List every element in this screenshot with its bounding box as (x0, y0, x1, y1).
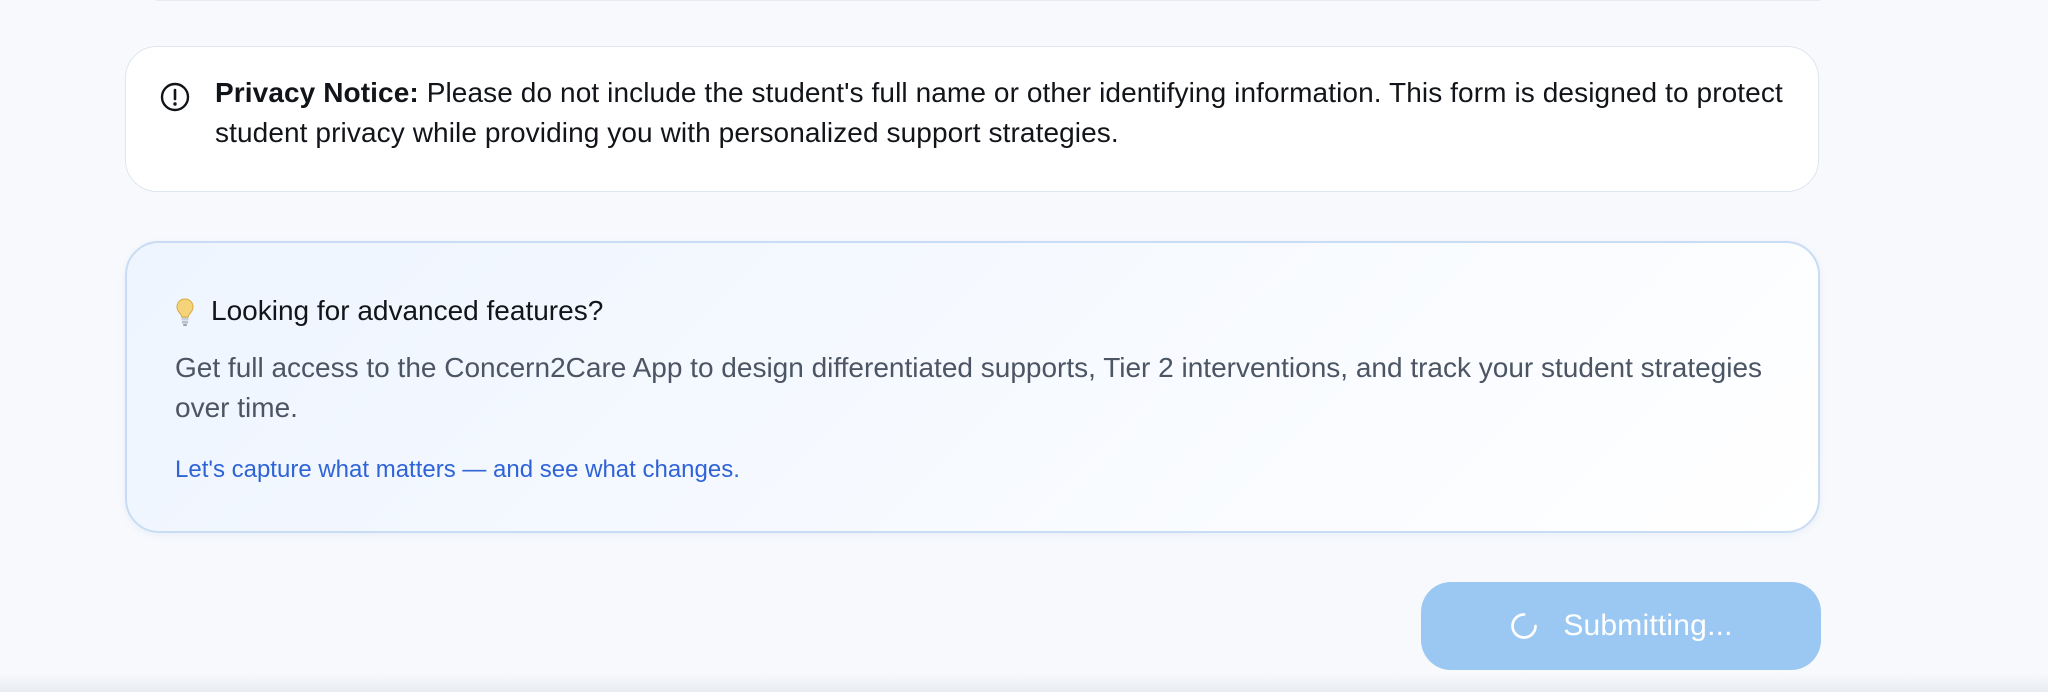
top-divider (156, 0, 1820, 1)
privacy-notice-body: Please do not include the student's full… (215, 77, 1783, 148)
info-circle-icon (160, 82, 190, 112)
advanced-features-card: Looking for advanced features? Get full … (125, 241, 1820, 533)
lightbulb-icon (176, 298, 194, 326)
advanced-features-title: Looking for advanced features? (211, 295, 604, 326)
capture-what-matters-link[interactable]: Let's capture what matters — and see wha… (175, 453, 740, 487)
privacy-notice-card: Privacy Notice: Please do not include th… (125, 46, 1819, 192)
privacy-notice-title: Privacy Notice: (215, 77, 419, 108)
submitting-button[interactable]: Submitting... (1421, 582, 1821, 670)
privacy-notice-text: Privacy Notice: Please do not include th… (215, 73, 1787, 153)
submitting-button-label: Submitting... (1563, 609, 1733, 642)
bottom-fade (0, 674, 2048, 692)
advanced-features-description: Get full access to the Concern2Care App … (175, 352, 1763, 423)
spinner-icon (1511, 613, 1538, 639)
